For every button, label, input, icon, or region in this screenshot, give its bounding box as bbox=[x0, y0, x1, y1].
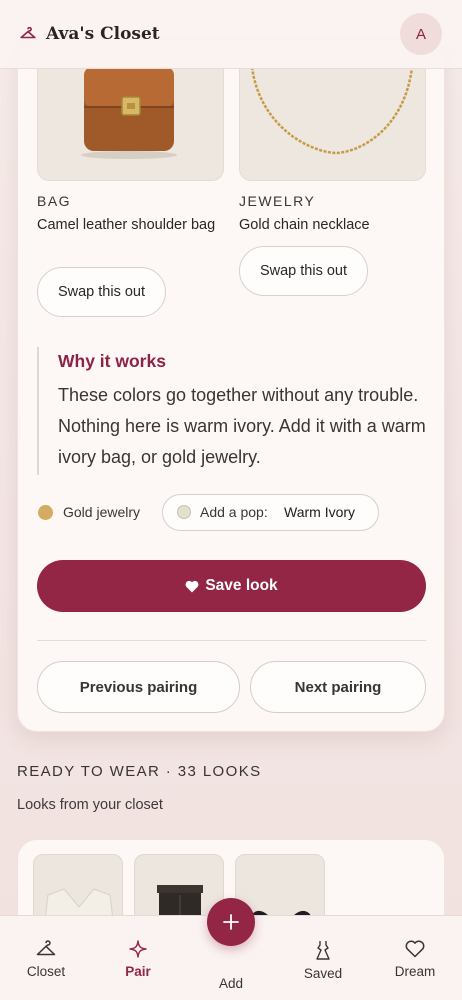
tab-saved-label: Saved bbox=[303, 966, 343, 981]
tab-dream[interactable]: Dream bbox=[375, 916, 455, 1000]
bag-name: Camel leather shoulder bag bbox=[37, 217, 216, 233]
sparkle-icon bbox=[129, 940, 147, 958]
gold-swatch-icon bbox=[38, 505, 53, 520]
pairing-card: BAG Camel leather shoulder bag Swap this… bbox=[17, 40, 445, 732]
pop-value: Warm Ivory bbox=[284, 504, 356, 520]
bag-category: BAG bbox=[37, 193, 72, 209]
swap-jewelry-button[interactable]: Swap this out bbox=[239, 246, 368, 296]
add-button[interactable] bbox=[207, 898, 255, 946]
why-title: Why it works bbox=[58, 351, 166, 371]
divider bbox=[37, 640, 426, 641]
ivory-swatch-icon bbox=[177, 505, 191, 519]
app-title: Ava's Closet bbox=[46, 24, 160, 44]
dress-icon bbox=[316, 941, 330, 960]
hanger-icon bbox=[20, 27, 36, 39]
jewelry-category: JEWELRY bbox=[239, 193, 316, 209]
ready-to-wear-title: READY TO WEAR · 33 LOOKS bbox=[17, 763, 262, 780]
tab-closet-label: Closet bbox=[26, 964, 66, 979]
tab-saved[interactable]: Saved bbox=[283, 916, 363, 1000]
heart-outline-icon bbox=[405, 940, 425, 958]
jewelry-name: Gold chain necklace bbox=[239, 217, 370, 233]
tab-closet[interactable]: Closet bbox=[6, 916, 86, 1000]
save-look-button[interactable]: Save look bbox=[37, 560, 426, 612]
heart-icon bbox=[185, 580, 199, 592]
tab-dream-label: Dream bbox=[394, 964, 436, 979]
necklace-image bbox=[239, 67, 426, 181]
add-label: Add bbox=[218, 976, 244, 991]
why-it-works: Why it works These colors go together wi… bbox=[37, 347, 429, 475]
save-look-label: Save look bbox=[205, 577, 278, 594]
previous-pairing-button[interactable]: Previous pairing bbox=[37, 661, 240, 713]
avatar[interactable]: A bbox=[400, 13, 442, 55]
chain-necklace-icon bbox=[250, 67, 414, 155]
bottom-nav: Closet Pair Add Saved Dream bbox=[0, 898, 462, 1000]
ready-to-wear-subtitle: Looks from your closet bbox=[17, 797, 163, 813]
hanger-icon bbox=[36, 940, 56, 956]
pop-prefix: Add a pop: bbox=[200, 504, 268, 520]
bag-image bbox=[37, 67, 224, 181]
next-pairing-button[interactable]: Next pairing bbox=[250, 661, 426, 713]
gold-chip-label: Gold jewelry bbox=[63, 504, 141, 520]
tab-pair[interactable]: Pair bbox=[98, 916, 178, 1000]
why-text: These colors go together without any tro… bbox=[58, 385, 426, 467]
tab-pair-label: Pair bbox=[125, 964, 151, 979]
app-header: Ava's Closet A bbox=[0, 0, 462, 69]
plus-icon bbox=[223, 914, 239, 930]
swap-bag-button[interactable]: Swap this out bbox=[37, 267, 166, 317]
shoulder-bag-icon bbox=[81, 67, 177, 159]
add-pop-chip[interactable]: Add a pop: Warm Ivory bbox=[162, 494, 379, 531]
